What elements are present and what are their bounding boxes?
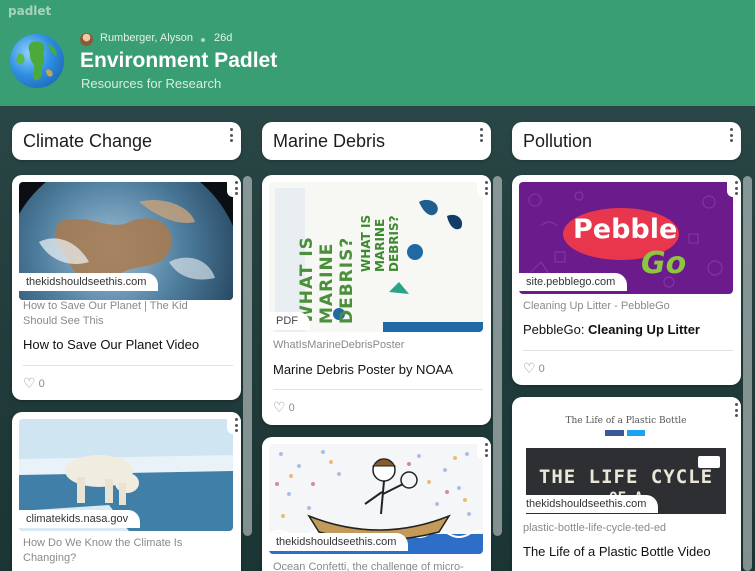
- post-card[interactable]: climatekids.nasa.gov How Do We Know the …: [12, 412, 241, 571]
- divider: [273, 389, 483, 390]
- divider: [23, 365, 233, 366]
- page-title: Environment Padlet: [80, 49, 278, 72]
- marine-debris-poster-thumbnail: WHAT IS MARINE DEBRIS? WHAT IS MARINE DE…: [269, 182, 483, 332]
- link-description: How to Save Our Planet | The Kid Should …: [23, 300, 188, 327]
- link-description: plastic-bottle-life-cycle-ted-ed: [523, 522, 667, 534]
- page-subtitle: Resources for Research: [81, 76, 222, 91]
- column-title: Marine Debris: [273, 131, 386, 151]
- like-count: 0: [38, 377, 45, 390]
- post-options-icon[interactable]: [234, 181, 238, 195]
- post-age: 26d: [214, 32, 233, 44]
- heart-icon: ♡: [523, 360, 536, 376]
- post-options-icon[interactable]: [734, 403, 738, 417]
- like-button[interactable]: ♡ 0: [273, 399, 295, 416]
- link-description: How Do We Know the Climate Is Changing?: [23, 537, 183, 564]
- column-scrollbar[interactable]: [493, 176, 502, 536]
- more-options-icon[interactable]: [479, 128, 483, 142]
- post-card[interactable]: thekidshouldseethis.com Ocean Confetti, …: [262, 437, 491, 571]
- link-source: site.pebblego.com: [519, 273, 628, 291]
- link-source: climatekids.nasa.gov: [19, 510, 141, 528]
- link-description: Cleaning Up Litter - PebbleGo: [523, 300, 670, 312]
- video-title: The Life of a Plastic Bottle: [565, 416, 687, 426]
- post-card[interactable]: thekidshouldseethis.com How to Save Our …: [12, 175, 241, 400]
- like-button[interactable]: ♡ 0: [523, 360, 545, 377]
- link-source: thekidshouldseethis.com: [269, 533, 409, 551]
- column-header-marine-debris[interactable]: Marine Debris: [262, 122, 491, 160]
- like-count: 0: [538, 362, 545, 375]
- post-card[interactable]: Pebble Go site.pebblego.com Cleaning Up …: [512, 175, 741, 385]
- link-source: thekidshouldseethis.com: [19, 273, 159, 291]
- post-card[interactable]: The Life of a Plastic Bottle THE LIFE CY…: [512, 397, 741, 571]
- poster-heading-right: WHAT IS MARINE DEBRIS?: [359, 214, 401, 272]
- video-caption-main: THE LIFE CYCLE: [538, 466, 714, 488]
- post-title[interactable]: How to Save Our Planet Video: [23, 336, 199, 353]
- go-logo-text: Go: [641, 246, 687, 281]
- post-title[interactable]: Marine Debris Poster by NOAA: [273, 361, 453, 378]
- author-avatar: [80, 33, 93, 46]
- share-buttons: [605, 430, 645, 436]
- post-options-icon[interactable]: [484, 443, 488, 457]
- title-prefix: PebbleGo:: [523, 322, 589, 337]
- divider: [523, 350, 733, 351]
- link-description: Ocean Confetti, the challenge of micro-: [273, 561, 464, 571]
- column-scrollbar[interactable]: [243, 176, 252, 536]
- padlet-header: padlet Rumberger, Alyson 26d Environment…: [0, 0, 755, 106]
- like-button[interactable]: ♡ 0: [23, 375, 45, 392]
- post-title[interactable]: The Life of a Plastic Bottle Video: [523, 543, 711, 560]
- file-name: WhatIsMarineDebrisPoster: [273, 339, 405, 351]
- column-title: Climate Change: [23, 131, 153, 151]
- pebble-logo-text: Pebble: [573, 214, 678, 245]
- column-title: Pollution: [523, 131, 593, 151]
- title-main: Cleaning Up Litter: [588, 322, 700, 337]
- column-header-pollution[interactable]: Pollution: [512, 122, 741, 160]
- heart-icon: ♡: [273, 399, 286, 415]
- author-name[interactable]: Rumberger, Alyson: [100, 32, 193, 44]
- post-options-icon[interactable]: [484, 181, 488, 195]
- globe-icon: [10, 34, 64, 88]
- link-source: thekidshouldseethis.com: [519, 495, 659, 513]
- poster-heading-left: WHAT IS MARINE DEBRIS?: [297, 236, 357, 324]
- file-type-badge: PDF: [269, 312, 310, 330]
- like-count: 0: [288, 401, 295, 414]
- post-title[interactable]: PebbleGo: Cleaning Up Litter: [523, 321, 700, 338]
- column-header-climate-change[interactable]: Climate Change: [12, 122, 241, 160]
- column-scrollbar[interactable]: [743, 176, 752, 571]
- post-options-icon[interactable]: [734, 181, 738, 195]
- post-options-icon[interactable]: [234, 418, 238, 432]
- more-options-icon[interactable]: [229, 128, 233, 142]
- heart-icon: ♡: [23, 375, 36, 391]
- more-options-icon[interactable]: [729, 128, 733, 142]
- padlet-logo[interactable]: padlet: [8, 4, 51, 18]
- separator-dot: [201, 38, 205, 42]
- post-card[interactable]: WHAT IS MARINE DEBRIS? WHAT IS MARINE DE…: [262, 175, 491, 425]
